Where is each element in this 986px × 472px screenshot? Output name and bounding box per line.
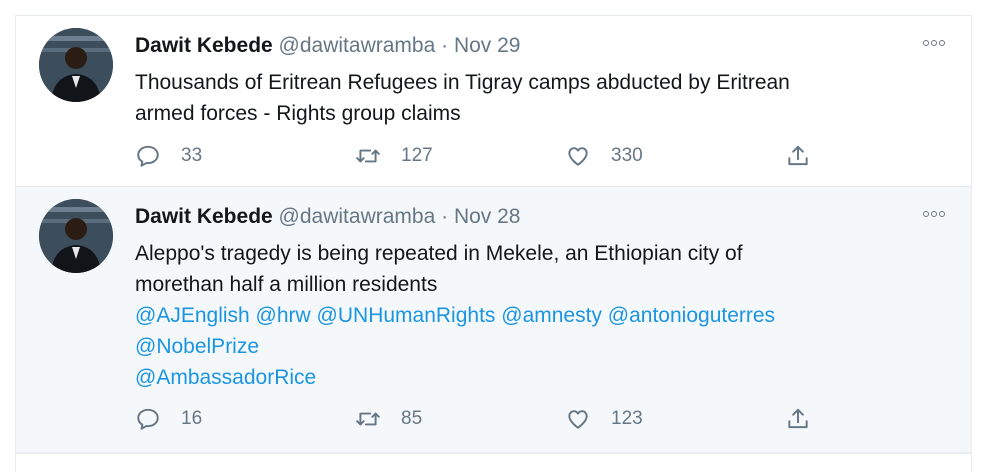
tweet-date[interactable]: Nov 28 [454, 205, 521, 228]
retweet-icon [356, 412, 380, 426]
mention-line: @AJEnglish @hrw @UNHumanRights @amnesty … [135, 300, 925, 331]
tweet-text-line: Thousands of Eritrean Refugees in Tigray… [135, 71, 790, 94]
tweet-text-line: armed forces - Rights group claims [135, 102, 461, 125]
retweet-button[interactable]: 127 [355, 142, 433, 170]
retweet-button[interactable]: 85 [355, 405, 422, 433]
more-options-icon[interactable] [923, 36, 949, 50]
reply-icon [137, 145, 159, 167]
tweet-header: Dawit Kebede @dawitawramba · Nov 28 [135, 203, 521, 231]
like-button[interactable]: 123 [565, 405, 643, 433]
reply-icon [137, 408, 159, 430]
separator-dot: · [441, 34, 449, 57]
author-handle[interactable]: @dawitawramba [279, 34, 436, 57]
heart-icon [568, 410, 588, 429]
tweet[interactable]: Dawit Kebede @dawitawramba · Nov 28 Alep… [15, 187, 972, 453]
tweet-actions: 33 127 330 [135, 142, 835, 170]
separator-dot: · [441, 205, 449, 228]
mention-link[interactable]: @hrw [256, 304, 311, 327]
mention-link[interactable]: @antonioguterres [608, 304, 775, 327]
mention-link[interactable]: @AmbassadorRice [135, 366, 316, 389]
mention-link[interactable]: @amnesty [501, 304, 602, 327]
mention-link[interactable]: @NobelPrize [135, 335, 259, 358]
tweet-date[interactable]: Nov 29 [454, 34, 521, 57]
tweet-actions: 16 85 123 [135, 405, 835, 433]
retweet-count: 85 [401, 408, 423, 429]
retweet-icon [356, 149, 380, 163]
reply-count: 33 [181, 145, 203, 166]
like-button[interactable]: 330 [565, 142, 643, 170]
like-count: 330 [611, 145, 643, 166]
author-handle[interactable]: @dawitawramba [279, 205, 436, 228]
author-name[interactable]: Dawit Kebede [135, 34, 273, 57]
tweet-text-line: morethan half a million residents [135, 273, 438, 296]
mention-line: @AmbassadorRice [135, 362, 925, 393]
more-options-icon[interactable] [923, 207, 949, 221]
avatar[interactable] [39, 28, 113, 102]
timeline: Dawit Kebede @dawitawramba · Nov 29 Thou… [0, 0, 986, 472]
retweet-count: 127 [401, 145, 433, 166]
tweet-text-line: Aleppo's tragedy is being repeated in Me… [135, 242, 743, 265]
next-tweet-edge [15, 453, 972, 472]
mention-link[interactable]: @AJEnglish [135, 304, 250, 327]
reply-count: 16 [181, 408, 203, 429]
mention-link[interactable]: @UNHumanRights [317, 304, 496, 327]
avatar[interactable] [39, 199, 113, 273]
share-icon [788, 408, 808, 429]
tweet-header: Dawit Kebede @dawitawramba · Nov 29 [135, 32, 521, 60]
tweet-text: Thousands of Eritrean Refugees in Tigray… [135, 67, 925, 129]
share-button[interactable] [785, 405, 811, 433]
reply-button[interactable]: 16 [135, 405, 202, 433]
reply-button[interactable]: 33 [135, 142, 202, 170]
like-count: 123 [611, 408, 643, 429]
share-icon [788, 145, 808, 166]
author-name[interactable]: Dawit Kebede [135, 205, 273, 228]
tweet[interactable]: Dawit Kebede @dawitawramba · Nov 29 Thou… [15, 15, 972, 187]
mention-line: @NobelPrize [135, 331, 925, 362]
tweet-text: Aleppo's tragedy is being repeated in Me… [135, 238, 925, 393]
share-button[interactable] [785, 142, 811, 170]
heart-icon [568, 147, 588, 166]
